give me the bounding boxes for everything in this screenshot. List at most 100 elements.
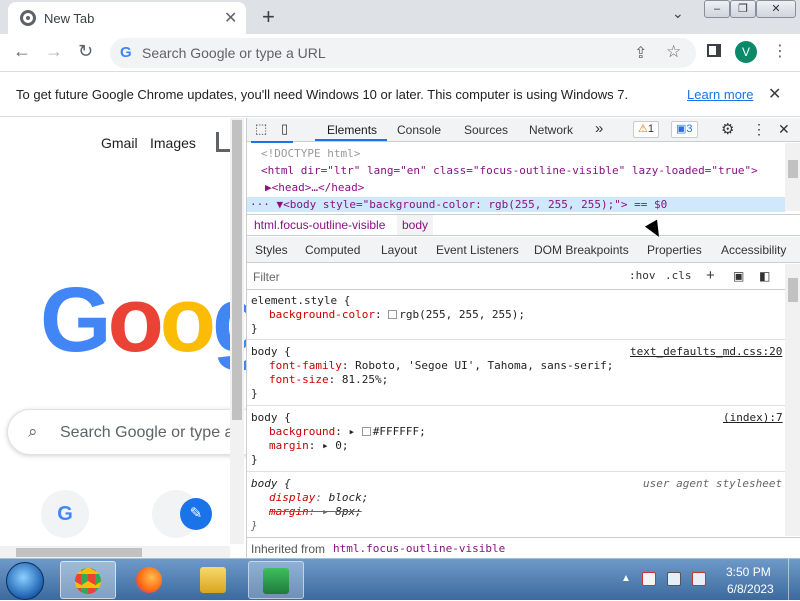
taskbar-file-explorer[interactable] [186, 561, 242, 599]
dom-scroll-thumb[interactable] [788, 160, 798, 178]
start-button[interactable] [6, 562, 44, 600]
show-desktop-button[interactable] [788, 559, 800, 601]
rule-source-link[interactable]: (index):7 [723, 411, 783, 424]
window-minimize-button[interactable]: – [704, 0, 730, 18]
new-style-rule-icon[interactable]: + [706, 267, 715, 284]
learn-more-link[interactable]: Learn more [687, 87, 753, 102]
messages-badge[interactable]: ▣3 [671, 121, 698, 138]
clock-date[interactable]: 6/8/2023 [727, 582, 774, 596]
tab-console[interactable]: Console [397, 123, 441, 137]
dom-line-body-selected[interactable]: ··· ▼<body style="background-color: rgb(… [247, 197, 785, 212]
breadcrumb-body[interactable]: body [397, 215, 434, 235]
chrome-menu-icon[interactable]: ⋮ [772, 41, 788, 63]
devtools-settings-icon[interactable]: ⚙ [721, 120, 734, 138]
window-maximize-button[interactable]: ❐ [730, 0, 756, 18]
tab-sources[interactable]: Sources [464, 123, 508, 137]
rule-declaration[interactable]: font-size: 81.25%; [269, 373, 388, 386]
labs-icon[interactable] [216, 132, 230, 152]
rule-declaration[interactable]: background-color: rgb(255, 255, 255); [269, 308, 525, 321]
inspect-element-icon[interactable]: ⬚ [255, 121, 267, 137]
logo-letter: G [40, 269, 112, 371]
action-center-icon[interactable] [642, 572, 656, 586]
side-panel-icon[interactable] [707, 44, 721, 57]
subtab-layout[interactable]: Layout [381, 243, 417, 257]
warnings-badge[interactable]: ⚠1 [633, 121, 659, 138]
inherited-selector[interactable]: html.focus-outline-visible [333, 542, 505, 555]
dom-line-html[interactable]: <html dir="ltr" lang="en" class="focus-o… [261, 164, 758, 177]
subtab-computed[interactable]: Computed [305, 243, 360, 257]
devtools-panel: ⬚ ▯ Elements Console Sources Network » ⚠… [246, 118, 800, 558]
subtab-styles[interactable]: Styles [255, 243, 288, 257]
subtab-dom-breakpoints[interactable]: DOM Breakpoints [534, 243, 629, 257]
network-icon[interactable] [667, 572, 681, 586]
volume-muted-icon[interactable] [692, 572, 706, 586]
rule-body-text-defaults: body { text_defaults_md.css:20 font-fami… [247, 341, 785, 406]
toggle-sidebar-icon[interactable]: ◧ [759, 269, 770, 283]
forward-icon[interactable]: → [45, 41, 63, 62]
dom-line-head[interactable]: ▶<head>…</head> [265, 181, 364, 194]
gmail-link[interactable]: Gmail [101, 135, 138, 151]
subtab-event-listeners[interactable]: Event Listeners [436, 243, 519, 257]
devtools-menu-icon[interactable]: ⋮ [752, 121, 766, 138]
search-icon: ⌕ [28, 422, 38, 441]
messages-count: 3 [686, 123, 693, 135]
color-swatch-icon[interactable] [361, 427, 371, 436]
window-close-button[interactable]: ✕ [756, 0, 796, 18]
rule-declaration[interactable]: background: ▸ #FFFFFF; [269, 425, 426, 438]
more-tabs-icon[interactable]: » [595, 120, 603, 137]
reload-icon[interactable]: ↻ [78, 41, 93, 62]
rule-close: } [251, 387, 258, 400]
tab-search-icon[interactable]: ⌄ [672, 5, 684, 22]
color-swatch-icon[interactable] [388, 310, 398, 319]
active-tab-indicator [315, 139, 387, 141]
styles-filter-input[interactable]: Filter [253, 270, 280, 284]
shortcut-google[interactable]: G [41, 490, 89, 538]
tab-network[interactable]: Network [529, 123, 573, 137]
edit-shortcut-button[interactable]: ✎ [180, 498, 212, 530]
taskbar-chrome[interactable] [60, 561, 116, 599]
page-search-box[interactable]: ⌕ Search Google or type a [7, 409, 246, 455]
subtab-properties[interactable]: Properties [647, 243, 702, 257]
taskbar-firefox[interactable] [122, 561, 178, 599]
address-bar[interactable]: G Search Google or type a URL ⇪ ☆ [110, 38, 696, 68]
profile-avatar[interactable]: V [735, 41, 757, 63]
breadcrumb-html[interactable]: html.focus-outline-visible [254, 218, 385, 232]
infobar-close-icon[interactable]: ✕ [768, 84, 781, 104]
dom-line-doctype[interactable]: <!DOCTYPE html> [261, 147, 360, 160]
share-icon[interactable]: ⇪ [634, 43, 647, 63]
styles-scroll-thumb[interactable] [788, 278, 798, 302]
back-icon[interactable]: ← [13, 41, 31, 62]
property-value: 81.25%; [341, 373, 389, 386]
styles-pane: element.style { background-color: rgb(25… [247, 290, 785, 536]
bookmark-star-icon[interactable]: ☆ [666, 42, 681, 62]
tab-new-tab[interactable]: New Tab ✕ [8, 2, 246, 34]
property-value: 0; [335, 439, 349, 452]
chrome-favicon-icon [20, 10, 36, 26]
rule-declaration[interactable]: margin: ▸ 0; [269, 439, 349, 452]
class-toggle[interactable]: .cls [665, 269, 692, 282]
styles-scrollbar[interactable] [785, 264, 800, 536]
hover-state-toggle[interactable]: :hov [629, 269, 656, 282]
taskbar-app[interactable] [248, 561, 304, 599]
dom-line-body: ··· ▼<body style="background-color: rgb(… [250, 198, 668, 211]
clock-time[interactable]: 3:50 PM [726, 565, 771, 579]
google-logo: Goog [40, 268, 246, 373]
new-tab-button[interactable]: + [262, 4, 275, 30]
device-toolbar-icon[interactable]: ▯ [281, 121, 288, 137]
inherited-section: Inherited from html.focus-outline-visibl… [247, 537, 800, 558]
tab-elements[interactable]: Elements [327, 123, 377, 137]
devtools-close-icon[interactable]: ✕ [778, 121, 790, 138]
address-bar-placeholder: Search Google or type a URL [142, 45, 326, 61]
subtab-accessibility[interactable]: Accessibility [721, 243, 786, 257]
page-horizontal-scroll-thumb[interactable] [16, 548, 142, 557]
tab-close-icon[interactable]: ✕ [224, 8, 237, 28]
rule-element-style: element.style { background-color: rgb(25… [247, 290, 785, 340]
show-hidden-icons[interactable]: ▲ [621, 573, 631, 584]
images-link[interactable]: Images [150, 135, 196, 151]
rule-source-link[interactable]: text_defaults_md.css:20 [630, 345, 782, 358]
property-value: Roboto, 'Segoe UI', Tahoma, sans-serif; [355, 359, 614, 372]
rule-declaration[interactable]: font-family: Roboto, 'Segoe UI', Tahoma,… [269, 359, 613, 372]
computed-styles-icon[interactable]: ▣ [733, 269, 744, 283]
styles-filter-bar: Filter :hov .cls + ▣ ◧ [247, 264, 800, 290]
page-vertical-scroll-thumb[interactable] [232, 120, 242, 420]
